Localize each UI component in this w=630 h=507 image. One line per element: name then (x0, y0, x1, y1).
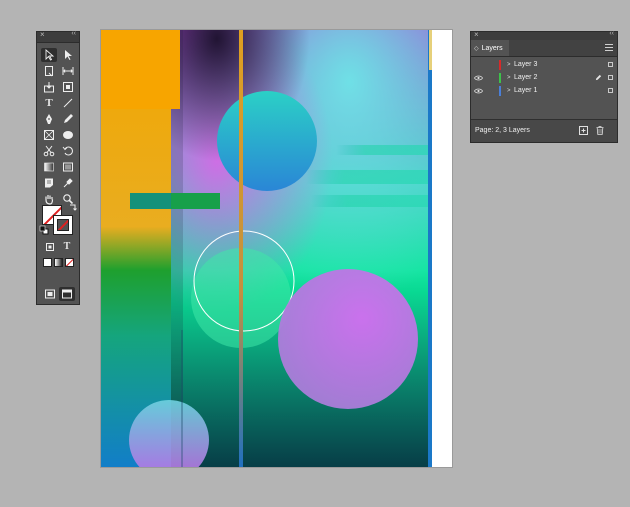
apply-color-icon[interactable] (43, 258, 52, 267)
expand-layer-icon[interactable]: > (507, 88, 511, 94)
layers-panel: × ‹‹ ◇ Layers > Layer 3 > Layer 2 > Laye… (470, 30, 618, 143)
expand-layer-icon[interactable]: > (507, 62, 511, 68)
tools-panel: × ‹‹ T T (36, 30, 81, 305)
layer-name[interactable]: Layer 3 (514, 61, 537, 68)
tools-panel-titlebar: × ‹‹ (37, 30, 79, 43)
pencil-tool-icon[interactable] (60, 112, 76, 126)
type-tool-icon[interactable]: T (41, 96, 57, 110)
gradient-swatch-tool-icon[interactable] (41, 160, 57, 174)
layers-panel-close-icon[interactable]: × (474, 30, 479, 39)
layer-name[interactable]: Layer 2 (514, 74, 537, 81)
blue-circle (217, 91, 317, 191)
layers-status-text: Page: 2, 3 Layers (475, 127, 530, 134)
artwork (101, 30, 432, 467)
layer-selection-box[interactable] (608, 88, 613, 93)
ellipse-tool-icon[interactable] (60, 128, 76, 142)
layer-row[interactable]: > Layer 1 (471, 84, 617, 97)
formatting-text-icon[interactable]: T (59, 240, 75, 254)
note-tool-icon[interactable] (41, 176, 57, 190)
tools-panel-close-icon[interactable]: × (40, 30, 45, 39)
tab-layers[interactable]: ◇ Layers (471, 40, 509, 56)
selection-tool-icon[interactable] (41, 48, 57, 62)
layer-row[interactable]: > Layer 3 (471, 58, 617, 71)
normal-view-mode-icon[interactable] (42, 287, 58, 301)
free-transform-tool-icon[interactable] (60, 144, 76, 158)
pencil-icon (595, 74, 602, 81)
gap-tool-icon[interactable] (60, 64, 76, 78)
layer-selection-box[interactable] (608, 75, 613, 80)
formatting-container-icon[interactable] (42, 240, 58, 254)
layers-panel-collapse-icon[interactable]: ‹‹ (609, 30, 614, 37)
layer-row[interactable]: > Layer 2 (471, 71, 617, 84)
swap-fill-stroke-icon[interactable] (65, 201, 81, 215)
hand-tool-icon[interactable] (41, 192, 57, 206)
layer-color-swatch (499, 85, 501, 96)
page-tool-icon[interactable] (41, 64, 57, 78)
rectangle-frame-tool-icon[interactable] (41, 128, 57, 142)
apply-gradient-icon[interactable] (54, 258, 63, 267)
delete-layer-icon[interactable] (596, 126, 604, 135)
content-collector-icon[interactable] (41, 80, 57, 94)
pen-tool-icon[interactable] (41, 112, 57, 126)
screen-mode-icon[interactable] (59, 287, 75, 301)
vertical-line (239, 30, 243, 467)
line-tool-icon[interactable] (60, 96, 76, 110)
eye-icon[interactable] (474, 88, 483, 94)
eyedropper-tool-icon[interactable] (60, 176, 76, 190)
apply-none-icon[interactable] (65, 258, 74, 267)
layer-color-swatch (499, 72, 501, 83)
scissors-tool-icon[interactable] (41, 144, 57, 158)
tab-layers-label: Layers (481, 44, 503, 52)
layer-name[interactable]: Layer 1 (514, 87, 537, 94)
direct-selection-tool-icon[interactable] (60, 48, 76, 62)
layers-panel-tabbar: ◇ Layers (471, 40, 617, 57)
layer-selection-box[interactable] (608, 62, 613, 67)
stroke-swatch[interactable] (53, 215, 73, 235)
eye-icon[interactable] (474, 75, 483, 81)
expand-layer-icon[interactable]: > (507, 75, 511, 81)
orange-square (101, 30, 180, 109)
panel-menu-icon[interactable] (605, 44, 613, 51)
gradient-feather-tool-icon[interactable] (60, 160, 76, 174)
layers-panel-footer: Page: 2, 3 Layers (471, 119, 617, 142)
content-placer-icon[interactable] (60, 80, 76, 94)
tools-panel-collapse-icon[interactable]: ‹‹ (71, 30, 76, 37)
new-layer-icon[interactable] (579, 126, 588, 135)
pink-circle (278, 269, 418, 409)
artwork-canvas[interactable] (101, 30, 432, 467)
layer-color-swatch (499, 59, 501, 70)
layers-panel-titlebar: × ‹‹ (471, 30, 617, 40)
tab-arrow-icon: ◇ (474, 45, 479, 52)
default-fill-stroke-icon[interactable] (38, 225, 50, 235)
